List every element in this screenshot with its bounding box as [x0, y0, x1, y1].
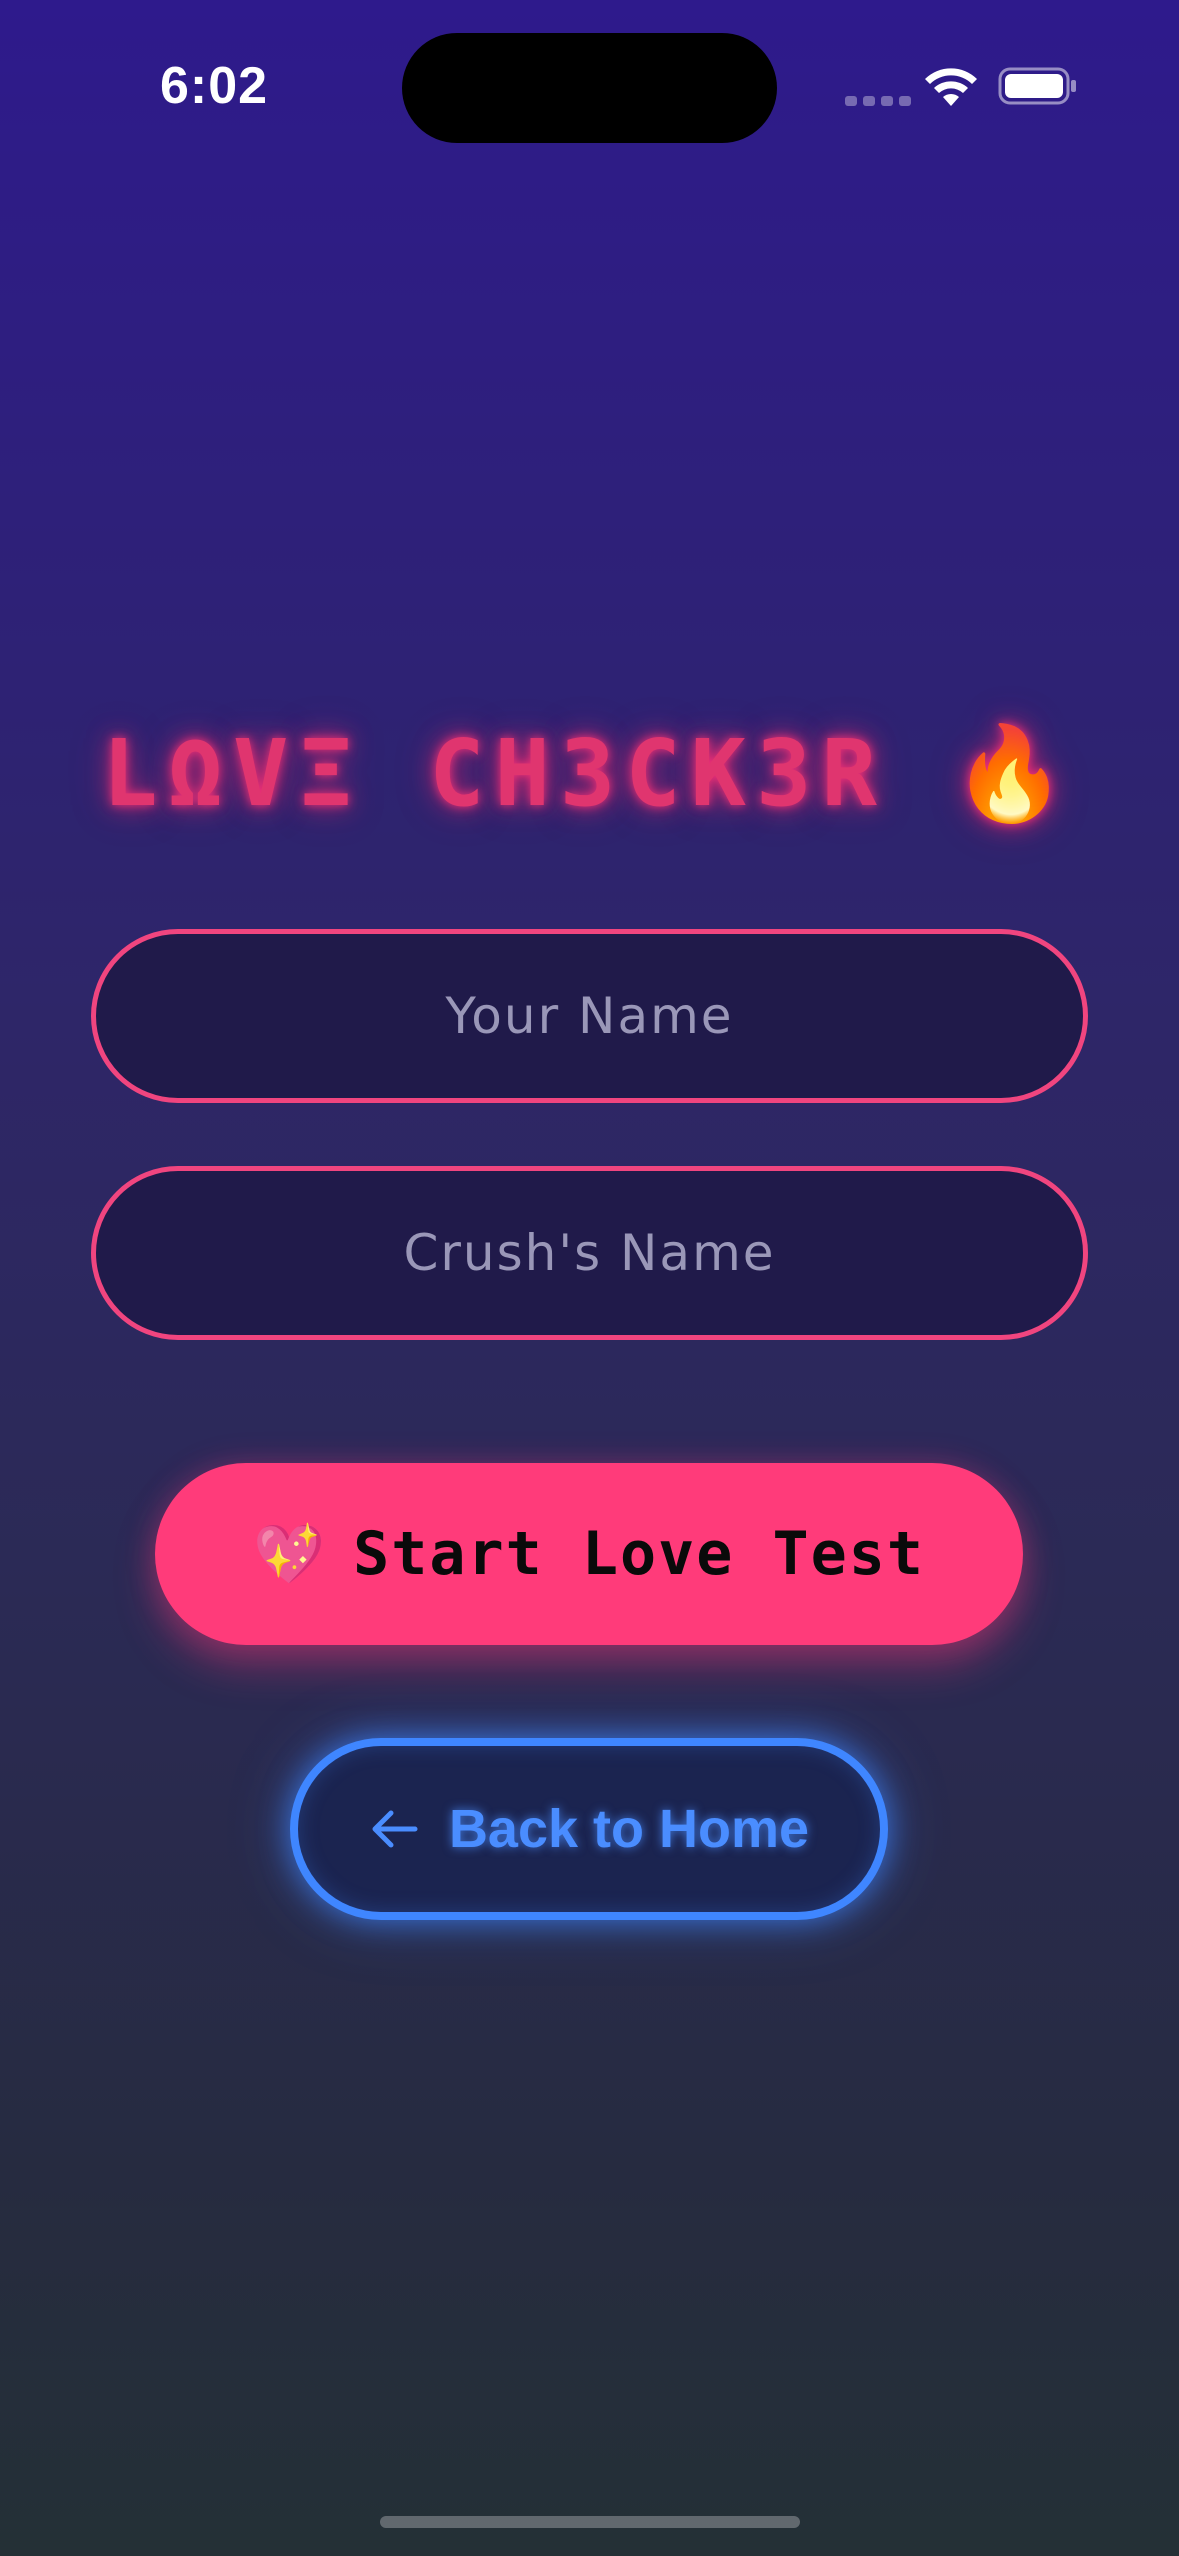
- status-time: 6:02: [160, 57, 269, 115]
- fire-icon: 🔥: [952, 720, 1077, 827]
- wifi-icon: [925, 68, 977, 106]
- app-title-text: LΩVΞ CH3CK3R: [102, 720, 887, 827]
- crush-name-field[interactable]: [91, 1166, 1088, 1340]
- back-to-home-label: Back to Home: [448, 1799, 810, 1859]
- arrow-left-icon: [372, 1810, 418, 1848]
- back-to-home-button[interactable]: Back to Home: [290, 1738, 888, 1920]
- cellular-signal-icon: [845, 96, 911, 106]
- crush-name-input[interactable]: [143, 1170, 1036, 1336]
- home-indicator[interactable]: [380, 2516, 800, 2528]
- status-bar: 6:02: [0, 0, 1179, 170]
- battery-icon: [998, 67, 1076, 105]
- app-title: LΩVΞ CH3CK3R 🔥: [0, 720, 1179, 828]
- sparkling-heart-icon: 💖: [252, 1520, 326, 1588]
- dynamic-island: [402, 33, 777, 143]
- your-name-input[interactable]: [143, 933, 1036, 1099]
- start-love-test-label: Start Love Test: [353, 1519, 926, 1589]
- start-love-test-button[interactable]: 💖 Start Love Test: [155, 1463, 1023, 1645]
- your-name-field[interactable]: [91, 929, 1088, 1103]
